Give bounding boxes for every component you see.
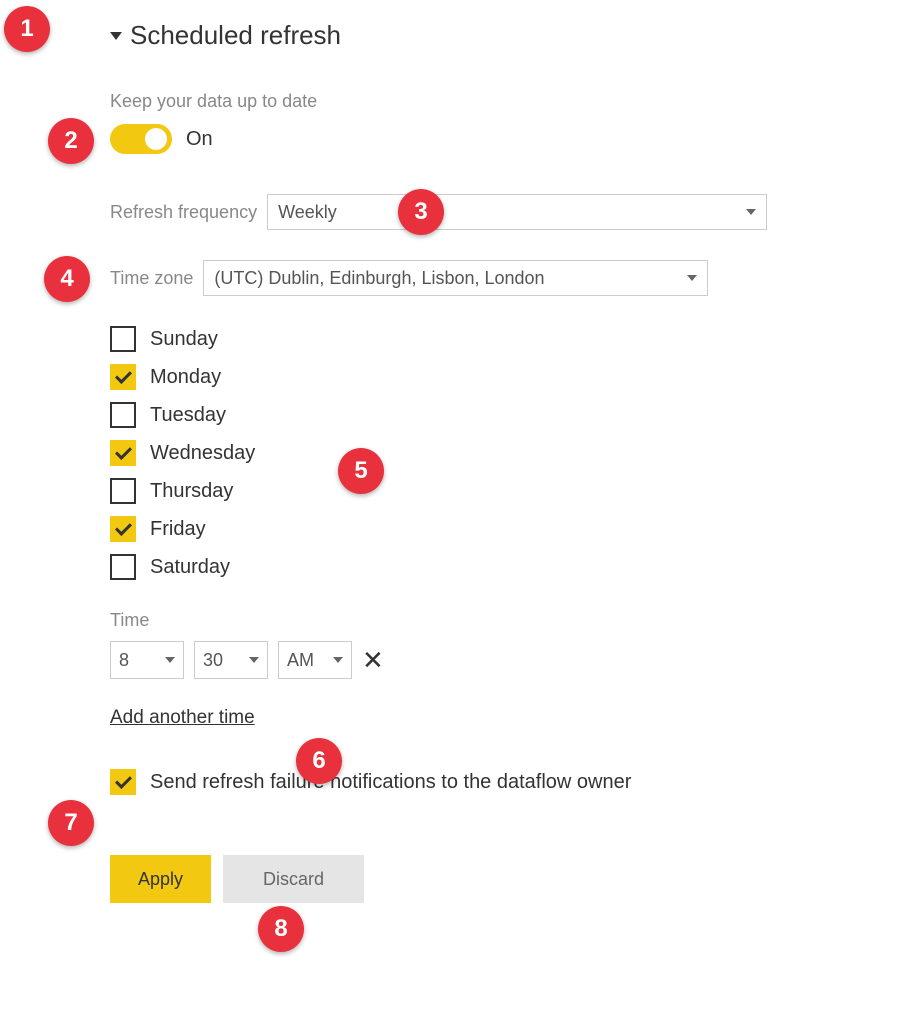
day-row: Saturday (110, 554, 862, 580)
ampm-select[interactable]: AM (278, 641, 352, 679)
time-section-label: Time (110, 610, 862, 631)
hour-value: 8 (119, 650, 129, 671)
chevron-down-icon (746, 209, 756, 215)
annotation-marker-2: 2 (48, 118, 94, 164)
annotation-marker-6: 6 (296, 738, 342, 784)
day-label: Saturday (150, 556, 230, 579)
annotation-marker-3: 3 (398, 189, 444, 235)
minute-value: 30 (203, 650, 223, 671)
apply-button[interactable]: Apply (110, 855, 211, 903)
timezone-value: (UTC) Dublin, Edinburgh, Lisbon, London (214, 268, 544, 289)
section-title: Scheduled refresh (130, 20, 341, 51)
day-row: Tuesday (110, 402, 862, 428)
day-checkbox[interactable] (110, 364, 136, 390)
timezone-label: Time zone (110, 268, 193, 289)
annotation-marker-5: 5 (338, 448, 384, 494)
chevron-down-icon (687, 275, 697, 281)
add-another-time-link[interactable]: Add another time (110, 707, 255, 729)
annotation-marker-4: 4 (44, 256, 90, 302)
day-label: Tuesday (150, 404, 226, 427)
ampm-value: AM (287, 650, 314, 671)
keep-up-to-date-label: Keep your data up to date (110, 91, 862, 112)
day-label: Sunday (150, 328, 218, 351)
day-checkbox[interactable] (110, 554, 136, 580)
frequency-value: Weekly (278, 202, 337, 223)
day-row: Friday (110, 516, 862, 542)
notification-checkbox[interactable] (110, 769, 136, 795)
annotation-marker-7: 7 (48, 800, 94, 846)
hour-select[interactable]: 8 (110, 641, 184, 679)
frequency-label: Refresh frequency (110, 202, 257, 223)
day-row: Thursday (110, 478, 862, 504)
day-checkbox[interactable] (110, 402, 136, 428)
section-header[interactable]: Scheduled refresh (110, 20, 862, 51)
day-row: Sunday (110, 326, 862, 352)
keep-up-to-date-toggle[interactable] (110, 124, 172, 154)
day-checkbox[interactable] (110, 516, 136, 542)
annotation-marker-8: 8 (258, 906, 304, 952)
day-row: Monday (110, 364, 862, 390)
annotation-marker-1: 1 (4, 6, 50, 52)
day-label: Wednesday (150, 442, 255, 465)
day-label: Monday (150, 366, 221, 389)
minute-select[interactable]: 30 (194, 641, 268, 679)
days-list: Sunday Monday Tuesday Wednesday Thursday Frid… (110, 326, 862, 580)
chevron-down-icon (333, 657, 343, 663)
collapse-triangle-icon (110, 32, 122, 40)
frequency-select[interactable]: Weekly (267, 194, 767, 230)
day-checkbox[interactable] (110, 440, 136, 466)
chevron-down-icon (249, 657, 259, 663)
chevron-down-icon (165, 657, 175, 663)
discard-button[interactable]: Discard (223, 855, 364, 903)
notification-label: Send refresh failure notifications to th… (150, 771, 631, 794)
toggle-knob (145, 128, 167, 150)
day-label: Thursday (150, 480, 233, 503)
timezone-select[interactable]: (UTC) Dublin, Edinburgh, Lisbon, London (203, 260, 708, 296)
day-checkbox[interactable] (110, 326, 136, 352)
remove-time-icon[interactable]: ✕ (362, 647, 384, 673)
day-row: Wednesday (110, 440, 862, 466)
toggle-state-label: On (186, 128, 213, 151)
day-label: Friday (150, 518, 206, 541)
day-checkbox[interactable] (110, 478, 136, 504)
